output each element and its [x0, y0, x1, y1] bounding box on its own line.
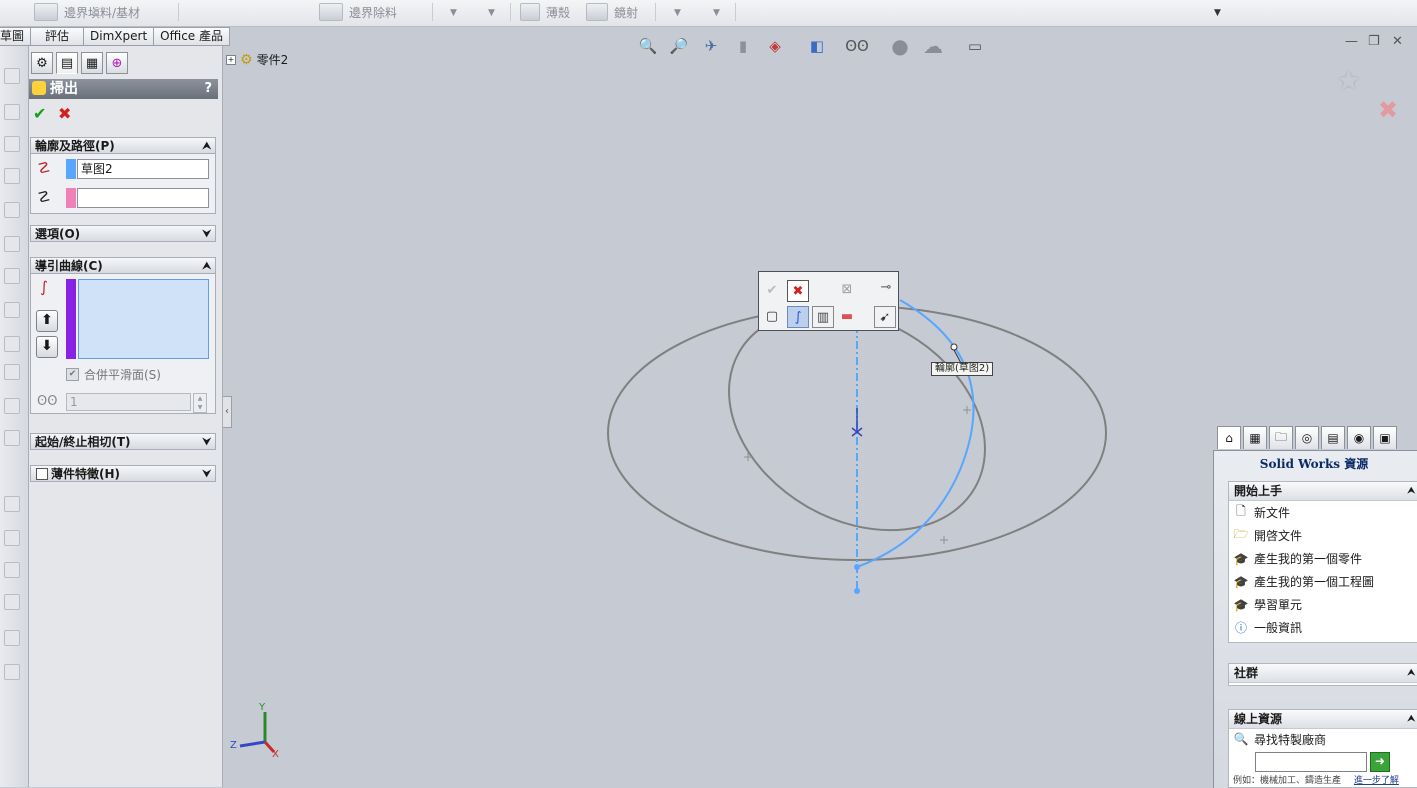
- coordinate-triad: [239, 712, 276, 754]
- info-icon: ⓘ: [1234, 621, 1247, 635]
- go-arrow-button[interactable]: ➜: [1370, 752, 1390, 772]
- online-resources-section: 線上資源 ⮝ 🔍 尋找特製廠商 ➜ 例如：機械加工、鑄造生產 進一步了解: [1228, 709, 1417, 788]
- profile-callout-label[interactable]: 輪廓(草图2): [931, 362, 994, 376]
- online-resources-header[interactable]: 線上資源 ⮝: [1229, 710, 1417, 729]
- task-pane: ⌂ ▦ 🗀 ◎ ▤ ◉ ▣ Solid Works 資源 開始上手 ⮝ 🗋 新文件…: [1213, 426, 1417, 788]
- document-icon: 🗋: [1236, 504, 1246, 518]
- learn-more-link[interactable]: 進一步了解: [1354, 776, 1399, 786]
- community-header[interactable]: 社群 ⮝: [1229, 664, 1417, 683]
- custom-properties-icon[interactable]: ▣: [1373, 426, 1397, 449]
- selection-popup-toolbar: ✔ ✖ ⊠ ⊸ ▢ ∫ ▥ ▬ ➹: [758, 271, 899, 331]
- first-part-link[interactable]: 🎓 產生我的第一個零件: [1229, 547, 1417, 570]
- search-icon[interactable]: ◎: [1295, 426, 1319, 449]
- getting-started-section: 開始上手 ⮝ 🗋 新文件 🗁 開啓文件 🎓 產生我的第一個零件 🎓 產生我的第一個工程圖…: [1228, 481, 1417, 643]
- select-region-icon[interactable]: ▢: [762, 306, 782, 326]
- origin-marker: [851, 408, 863, 437]
- view-palette-icon[interactable]: ▤: [1321, 426, 1345, 449]
- collapse-icon: ⮝: [1407, 486, 1415, 496]
- appearances-icon[interactable]: ◉: [1347, 426, 1371, 449]
- design-library-icon[interactable]: ▦: [1243, 426, 1267, 449]
- open-document-link[interactable]: 🗁 開啓文件: [1229, 524, 1417, 547]
- magnifier-icon: 🔍: [1233, 732, 1249, 746]
- first-drawing-link[interactable]: 🎓 產生我的第一個工程圖: [1229, 570, 1417, 593]
- path-endpoint: [854, 588, 860, 594]
- general-info-link[interactable]: ⓘ 一般資訊: [1229, 616, 1417, 639]
- graduation-cap-icon: 🎓: [1233, 551, 1249, 566]
- collapse-icon: ⮝: [1407, 714, 1415, 724]
- folder-open-icon: 🗁: [1233, 527, 1249, 541]
- callout-anchor: [950, 343, 958, 351]
- task-pane-title: Solid Works 資源: [1259, 457, 1369, 471]
- profile-endpoint: [854, 564, 860, 570]
- triad-z-label: Z: [230, 740, 237, 751]
- select-open-loop-icon[interactable]: ∫: [787, 306, 809, 328]
- vendor-search-input[interactable]: [1255, 752, 1367, 772]
- select-group-icon[interactable]: ▥: [812, 306, 834, 328]
- community-section: 社群 ⮝: [1228, 663, 1417, 686]
- file-explorer-icon[interactable]: 🗀: [1269, 426, 1293, 449]
- getting-started-header[interactable]: 開始上手 ⮝: [1229, 482, 1417, 501]
- pin-icon[interactable]: ⊸: [876, 277, 896, 297]
- sketch-graphics: [239, 299, 1107, 754]
- find-vendor-link[interactable]: 🔍 尋找特製廠商: [1229, 729, 1417, 749]
- task-pane-body: Solid Works 資源 開始上手 ⮝ 🗋 新文件 🗁 開啓文件 🎓 產生我的第一…: [1213, 450, 1417, 788]
- triad-x-label: X: [272, 749, 279, 760]
- tutorials-link[interactable]: 🎓 學習單元: [1229, 593, 1417, 616]
- resources-home-icon[interactable]: ⌂: [1217, 426, 1241, 449]
- triad-y-label: Y: [259, 702, 266, 713]
- popup-cancel-button[interactable]: ✖: [787, 280, 809, 302]
- popup-clear-selection-icon[interactable]: ⊠: [837, 279, 857, 299]
- vendor-search-hint: 例如：機械加工、鑄造生產 進一步了解: [1233, 776, 1399, 786]
- popup-ok-button[interactable]: ✔: [762, 280, 782, 300]
- expand-icon: ⮝: [1407, 668, 1415, 678]
- select-pointer-icon[interactable]: ➹: [874, 306, 896, 328]
- graduation-cap-icon: 🎓: [1233, 597, 1249, 612]
- task-pane-tabs: ⌂ ▦ 🗀 ◎ ▤ ◉ ▣: [1217, 426, 1397, 449]
- new-document-link[interactable]: 🗋 新文件: [1229, 501, 1417, 524]
- graduation-cap-icon: 🎓: [1233, 574, 1249, 589]
- select-closed-region-icon[interactable]: ▬: [837, 306, 857, 326]
